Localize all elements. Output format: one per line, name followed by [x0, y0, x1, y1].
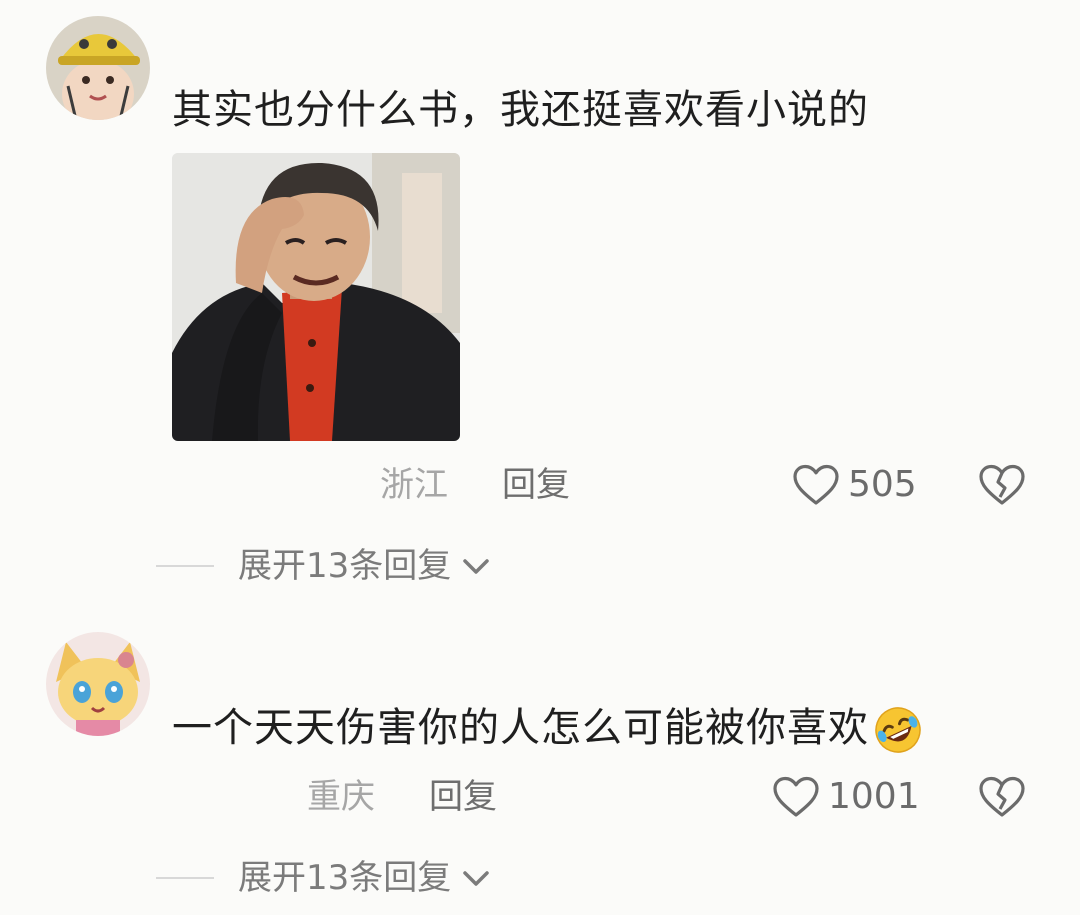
- comment-item: 一个天天伤害你的人怎么可能被你喜欢 重庆 回复 1001 展开13条回复: [0, 620, 1080, 915]
- reply-button[interactable]: 回复: [502, 465, 570, 505]
- like-button[interactable]: 1001: [772, 776, 920, 818]
- expand-replies-button[interactable]: 展开13条回复: [156, 546, 491, 586]
- comment-location: 重庆: [307, 777, 375, 817]
- chevron-down-icon: [463, 559, 490, 574]
- expand-replies-label: 展开13条回复: [238, 546, 452, 586]
- reply-button[interactable]: 回复: [429, 777, 497, 817]
- comment-location: 浙江: [380, 465, 448, 505]
- like-button[interactable]: 505: [792, 464, 917, 506]
- comment-text: 其实也分什么书，我还挺喜欢看小说的: [172, 87, 869, 133]
- rofl-emoji-icon: [875, 707, 921, 753]
- man-photo-image: [172, 153, 460, 441]
- avatar[interactable]: [46, 632, 150, 736]
- expand-replies-label: 展开13条回复: [238, 858, 452, 898]
- like-count: 1001: [828, 776, 920, 817]
- comment-image[interactable]: [172, 153, 460, 441]
- dislike-button[interactable]: [978, 464, 1026, 510]
- broken-heart-icon: [979, 776, 1025, 817]
- comment-text: 一个天天伤害你的人怎么可能被你喜欢: [172, 702, 923, 755]
- chevron-down-icon: [463, 871, 490, 886]
- avatar[interactable]: [46, 16, 150, 120]
- heart-outline-icon: [773, 776, 819, 817]
- divider-line: [156, 565, 214, 567]
- child-avatar-image: [46, 16, 150, 120]
- comment-text-content: 一个天天伤害你的人怎么可能被你喜欢: [172, 705, 869, 751]
- heart-outline-icon: [793, 464, 839, 505]
- expand-replies-button[interactable]: 展开13条回复: [156, 858, 491, 898]
- comment-item: 其实也分什么书，我还挺喜欢看小说的 浙江 回复 505 展开13条回复: [0, 0, 1080, 600]
- dislike-button[interactable]: [978, 776, 1026, 822]
- anime-cat-avatar-image: [46, 632, 150, 736]
- broken-heart-icon: [979, 464, 1025, 505]
- divider-line: [156, 877, 214, 879]
- like-count: 505: [848, 464, 917, 505]
